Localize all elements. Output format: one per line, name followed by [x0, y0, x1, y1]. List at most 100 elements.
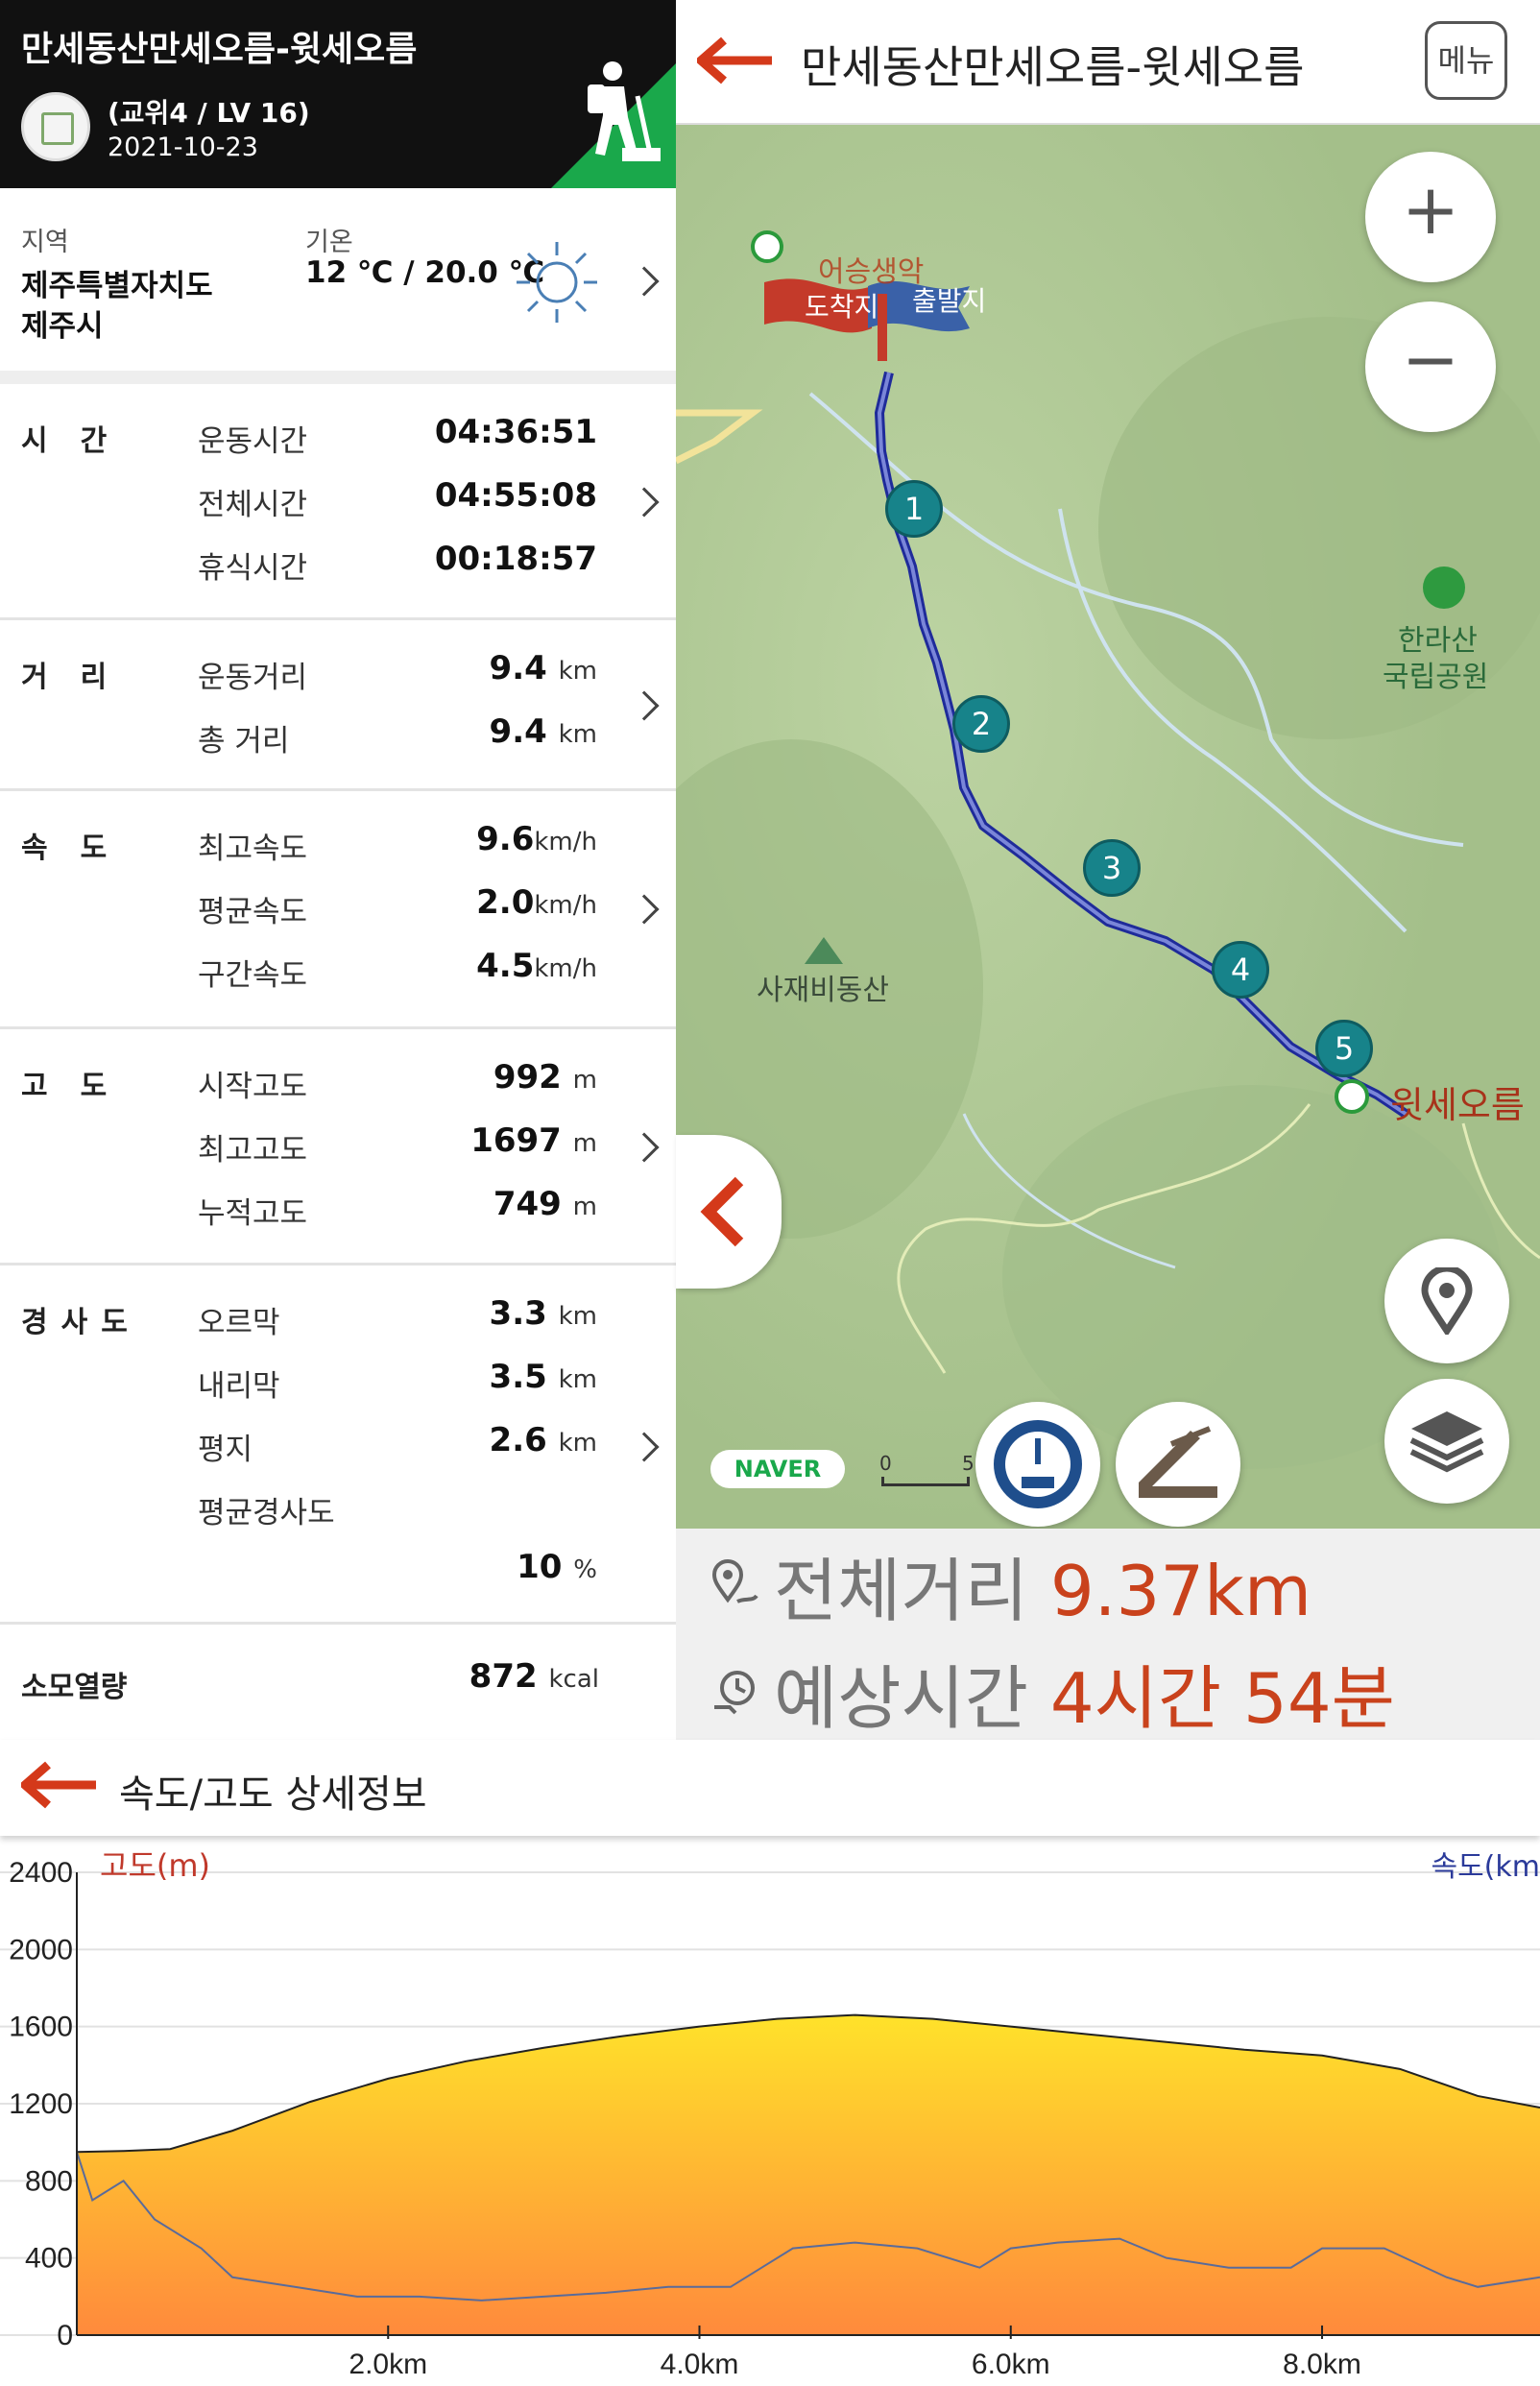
altitude-row-value: 992 m — [493, 1058, 597, 1097]
altitude-section[interactable]: 고도 시작고도 992 m 최고고도 1697 m 누적고도 749 m — [0, 1029, 676, 1265]
back-arrow-icon[interactable] — [697, 36, 774, 84]
zoom-in-button[interactable]: + — [1365, 152, 1496, 282]
value-unit: m — [572, 1193, 597, 1221]
value-number: 3.3 — [489, 1294, 547, 1333]
speedometer-button[interactable] — [975, 1402, 1100, 1527]
value-number: 9.4 — [489, 712, 547, 751]
scale-five: 5 — [962, 1452, 975, 1475]
waypoint-marker[interactable]: 5 — [1315, 1020, 1373, 1077]
speed-altitude-chart: 2400 2000 1600 1200 800 400 0 2.0km 4.0km 6.0km 8.… — [0, 1836, 1540, 2386]
speed-section[interactable]: 속도 최고속도 9.6km/h 평균속도 2.0km/h 구간속도 4.5km/… — [0, 791, 676, 1029]
value-unit: km — [558, 1365, 597, 1394]
activity-summary-panel: 만세동산만세오름-윗세오름 (교위4 / LV 16) 2021-10-23 지… — [0, 0, 676, 1740]
poi-top-label: 어승생악 — [818, 255, 925, 289]
y-tick-label: 0 — [57, 2320, 73, 2351]
map-title: 만세동산만세오름-윗세오름 — [801, 41, 1305, 93]
y-tick-label: 800 — [25, 2165, 73, 2197]
chevron-right-icon — [629, 690, 660, 721]
waypoint-marker[interactable]: 2 — [952, 695, 1010, 753]
region-weather-row[interactable]: 지역 제주특별자치도 제주시 기온 12 ℃ / 20.0 ℃ — [0, 188, 676, 384]
value-number: 9.4 — [489, 649, 547, 687]
altitude-category: 고도 — [21, 1070, 140, 1103]
slope-row-value: 3.5 km — [490, 1358, 597, 1396]
time-row-value: 04:55:08 — [434, 476, 597, 515]
avatar[interactable] — [21, 92, 90, 161]
chevron-right-icon — [629, 487, 660, 518]
chevron-right-icon — [629, 894, 660, 925]
flag-arrive-label: 도착지 — [805, 291, 879, 323]
hiker-icon — [588, 61, 661, 161]
chevron-left-icon — [700, 1176, 744, 1247]
slope-button[interactable] — [1116, 1402, 1240, 1527]
map-canvas[interactable]: 도착지 출발지 어승생악 1 2 3 4 5 한라산 국립공원 사재비동산 윗세… — [676, 125, 1540, 1529]
waypoint-marker[interactable]: 4 — [1212, 941, 1269, 999]
course-title: 만세동산만세오름-윗세오름 — [21, 30, 418, 69]
user-level: (교위4 / LV 16) — [108, 97, 310, 129]
location-button[interactable] — [1384, 1239, 1509, 1363]
speed-row-value: 4.5km/h — [476, 947, 597, 985]
estimated-time-line: 예상시간 4시간 54분 — [774, 1642, 1395, 1743]
total-distance-label: 전체거리 — [774, 1551, 1028, 1631]
value-number: 10 — [517, 1548, 563, 1586]
route-summary: 전체거리 9.37km 예상시간 4시간 54분 — [676, 1529, 1540, 1740]
distance-row-label: 총 거리 — [198, 724, 290, 759]
value-unit: km — [558, 720, 597, 749]
map-top-bar: 만세동산만세오름-윗세오름 메뉴 — [676, 0, 1540, 125]
waypoint-marker[interactable]: 1 — [885, 480, 943, 538]
plus-icon: + — [1401, 169, 1460, 250]
speed-row-label: 최고속도 — [198, 831, 308, 866]
value-unit: km — [558, 1429, 597, 1458]
total-distance-line: 전체거리 9.37km — [774, 1534, 1311, 1635]
value-number: 992 — [493, 1058, 562, 1097]
y-tick-label: 1600 — [9, 2012, 73, 2043]
calories-label: 소모열량 — [21, 1671, 128, 1704]
value-number: 2.0 — [476, 883, 535, 922]
park-icon — [1423, 566, 1465, 609]
time-section[interactable]: 시간 운동시간 04:36:51 전체시간 04:55:08 휴식시간 00:1… — [0, 384, 676, 620]
y-tick-label: 1200 — [9, 2088, 73, 2120]
estimated-time-value: 4시간 54분 — [1049, 1658, 1395, 1739]
distance-row-value: 9.4 km — [490, 712, 597, 751]
scale-zero: 0 — [879, 1452, 892, 1475]
time-category: 시간 — [21, 424, 140, 458]
value-unit: km — [558, 657, 597, 686]
distance-category: 거리 — [21, 661, 140, 694]
y-tick-label: 400 — [25, 2243, 73, 2275]
slope-row-value: 3.3 km — [490, 1294, 597, 1333]
zoom-out-button[interactable]: − — [1365, 301, 1496, 432]
altitude-row-label: 최고고도 — [198, 1133, 308, 1168]
value-unit: km/h — [534, 954, 597, 983]
menu-button[interactable]: 메뉴 — [1425, 21, 1507, 100]
temp-label: 기온 — [305, 228, 353, 257]
value-number: 4.5 — [476, 947, 535, 985]
chart-svg: 2400 2000 1600 1200 800 400 0 2.0km 4.0km 6.0km 8.… — [0, 1847, 1540, 2380]
value-number: 2.6 — [489, 1421, 547, 1459]
slope-category: 경사도 — [21, 1306, 141, 1339]
x-tick-label: 4.0km — [661, 2349, 739, 2380]
mountain-icon — [805, 937, 843, 964]
avg-slope-label: 평균경사도 — [198, 1496, 335, 1530]
chart-section-title: 속도/고도 상세정보 — [119, 1772, 427, 1817]
time-row-value: 00:18:57 — [434, 540, 597, 578]
chevron-right-icon — [629, 266, 660, 297]
waypoint-marker[interactable]: 3 — [1083, 839, 1141, 897]
speed-row-value: 2.0km/h — [476, 883, 597, 922]
chevron-right-icon — [629, 1132, 660, 1163]
back-arrow-icon[interactable] — [21, 1761, 98, 1809]
calories-row: 소모열량 872 kcal — [0, 1625, 676, 1740]
slope-section[interactable]: 경사도 오르막 3.3 km 내리막 3.5 km 평지 2.6 km 평균경사… — [0, 1265, 676, 1625]
region-value-2: 제주시 — [21, 309, 104, 344]
speed-row-value: 9.6km/h — [476, 820, 597, 858]
activity-header: 만세동산만세오름-윗세오름 (교위4 / LV 16) 2021-10-23 — [0, 0, 676, 188]
region-label: 지역 — [21, 228, 69, 257]
speed-row-label: 평균속도 — [198, 895, 308, 929]
estimated-time-label: 예상시간 — [774, 1658, 1028, 1739]
altitude-row-label: 누적고도 — [198, 1196, 308, 1231]
time-row-value: 04:36:51 — [434, 413, 597, 451]
layers-button[interactable] — [1384, 1379, 1509, 1504]
distance-section[interactable]: 거리 운동거리 9.4 km 총 거리 9.4 km — [0, 620, 676, 791]
calories-value: 872 kcal — [469, 1657, 599, 1696]
speed-category: 속도 — [21, 831, 140, 865]
time-row-label: 전체시간 — [198, 488, 308, 522]
distance-row-value: 9.4 km — [490, 649, 597, 687]
